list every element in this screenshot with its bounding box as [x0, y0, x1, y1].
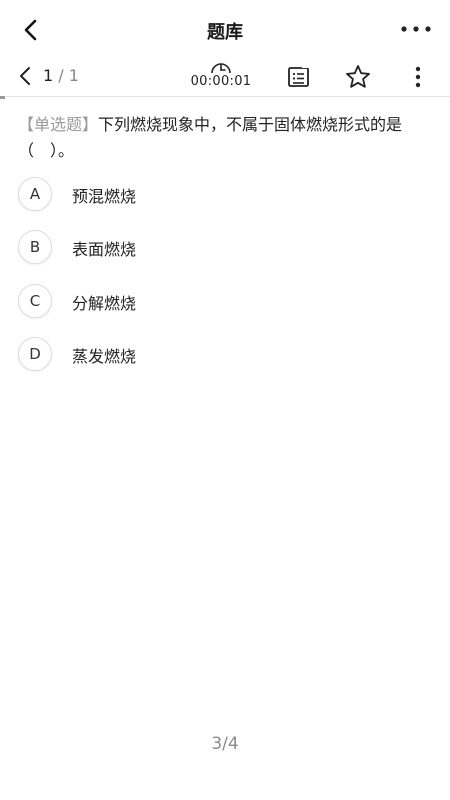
option-letter: C	[18, 284, 52, 318]
toolbar-divider	[0, 96, 450, 97]
more-horizontal-icon	[401, 26, 431, 32]
option-letter: D	[18, 337, 52, 371]
option-d[interactable]: D 蒸发燃烧	[18, 337, 438, 371]
previous-question-button[interactable]	[14, 64, 36, 88]
current-question-number: 1	[43, 66, 54, 85]
question-menu-button[interactable]	[408, 64, 428, 90]
page-title: 题库	[207, 22, 243, 43]
option-text: 表面燃烧	[72, 240, 137, 259]
timer: 00:00:01	[188, 60, 254, 94]
answer-sheet-button[interactable]	[286, 64, 312, 90]
question-toolbar: 1 / 1 00:00:01	[0, 58, 450, 96]
option-a[interactable]: A 预混燃烧	[18, 177, 438, 211]
option-b[interactable]: B 表面燃烧	[18, 230, 438, 264]
page-indicator: 3/4	[211, 734, 239, 754]
total-question-number: 1	[68, 66, 79, 85]
star-outline-icon	[346, 65, 370, 88]
elapsed-time: 00:00:01	[190, 74, 252, 89]
more-button[interactable]	[398, 17, 434, 41]
question-stem: 【单选题】下列燃烧现象中，不属于固体燃烧形式的是（ ）。	[18, 112, 434, 164]
counter-separator: /	[58, 66, 64, 85]
option-text: 蒸发燃烧	[72, 347, 137, 366]
clock-icon	[211, 63, 231, 74]
favorite-button[interactable]	[344, 63, 372, 91]
option-text: 分解燃烧	[72, 294, 137, 313]
option-c[interactable]: C 分解燃烧	[18, 284, 438, 318]
option-letter: B	[18, 230, 52, 264]
option-text: 预混燃烧	[72, 187, 137, 206]
chevron-left-icon	[20, 67, 30, 85]
more-vertical-icon	[415, 66, 421, 88]
answer-sheet-icon	[288, 65, 309, 87]
question-counter: 1 / 1	[43, 66, 79, 86]
option-letter: A	[18, 177, 52, 211]
question-type-label: 【单选题】	[18, 115, 99, 134]
progress-indicator	[0, 96, 5, 99]
title-bar: 题库	[0, 0, 450, 58]
